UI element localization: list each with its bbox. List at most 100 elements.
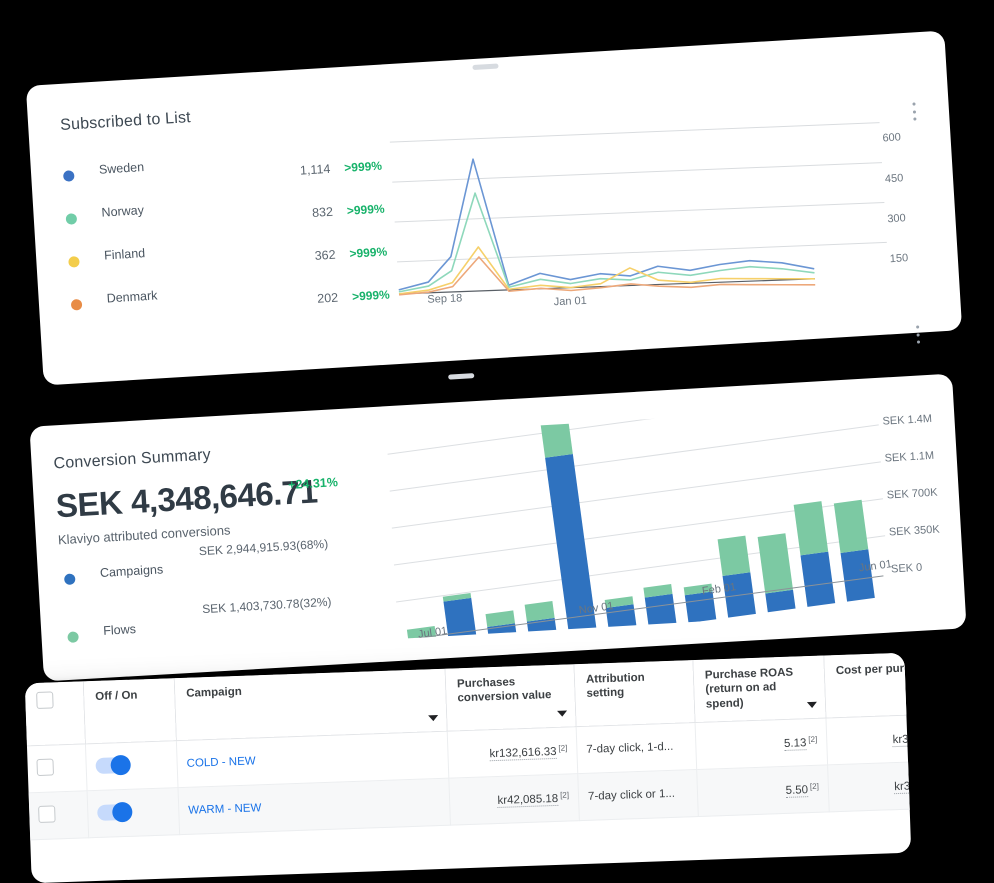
legend-color-dot	[62, 170, 75, 182]
y-tick-label: SEK 0	[890, 561, 923, 576]
legend-value: SEK 2,944,915.93(68%)	[198, 536, 329, 559]
conversion-summary-card: Conversion Summary SEK 4,348,646.71 +24.…	[29, 325, 967, 682]
line-chart-svg	[389, 122, 887, 296]
campaign-link[interactable]: WARM - NEW	[188, 802, 261, 817]
conversion-breakdown-list: Campaigns SEK 2,944,915.93(68%) Flows SE…	[59, 537, 395, 681]
table-row	[833, 499, 875, 602]
drag-handle[interactable]	[448, 373, 475, 380]
subscribers-line-chart: Sep 18 Jan 01 600 450 300 150	[380, 72, 933, 334]
screenshot-stage: Subscribed to List Sweden 1,114 >999% No…	[0, 0, 994, 883]
row-cpp-cell: kr332.45[2]	[827, 760, 912, 812]
row-roas-cell: 5.50[2]	[696, 764, 830, 817]
legend-value: 832	[311, 204, 334, 220]
legend-value: 202	[316, 290, 339, 306]
legend-value: 1,114	[299, 161, 331, 178]
legend-change: >999%	[349, 244, 388, 261]
legend-label: Flows	[102, 622, 137, 638]
footnote-marker: [2]	[809, 781, 819, 791]
legend-label: Finland	[103, 246, 146, 263]
column-header-onoff[interactable]: Off / On	[83, 678, 177, 744]
cell-value: 7-day click, 1-d...	[586, 740, 674, 756]
chevron-down-icon[interactable]	[806, 701, 818, 709]
column-label: Attribution setting	[585, 671, 645, 701]
bars-group	[406, 416, 875, 661]
series-sweden	[398, 158, 815, 291]
row-campaign-cell[interactable]: WARM - NEW	[178, 778, 451, 835]
campaign-on-off-toggle[interactable]	[95, 754, 132, 775]
row-toggle-cell[interactable]	[87, 787, 180, 838]
column-label: Purchase ROAS (return on ad spend)	[704, 666, 794, 711]
legend-label: Norway	[101, 203, 145, 220]
footnote-marker: [2]	[808, 734, 818, 744]
bar-chart-svg	[387, 387, 886, 661]
footnote-marker: [2]	[559, 790, 570, 800]
row-select-cell[interactable]	[26, 743, 88, 793]
table-row	[793, 501, 836, 607]
gridlines	[389, 122, 887, 263]
legend-color-dot	[70, 298, 83, 311]
chevron-down-icon[interactable]	[428, 715, 439, 722]
legend-label: Denmark	[106, 288, 158, 306]
legend-change: >999%	[343, 158, 383, 175]
legend-change: >999%	[351, 287, 391, 304]
row-cpp-cell: kr364.02[2]	[825, 713, 912, 765]
page-title: Subscribed to List	[59, 109, 192, 134]
column-header-attribution-setting[interactable]: Attribution setting	[573, 660, 696, 727]
table-row	[485, 610, 519, 650]
campaign-link[interactable]: COLD - NEW	[186, 755, 255, 769]
series-group	[398, 158, 816, 296]
column-header-cost-per-purchase[interactable]: Cost per purchase	[823, 652, 912, 718]
column-label: Campaign	[186, 685, 243, 700]
legend-color-dot	[68, 256, 80, 268]
cell-value: kr42,085.18	[497, 793, 559, 809]
legend-color-dot	[67, 631, 79, 643]
row-select-cell[interactable]	[28, 790, 89, 840]
x-tick-label: Jan 01	[553, 294, 588, 309]
footnote-marker: [2]	[558, 743, 568, 753]
conversion-delta-badge: +24.31%	[287, 475, 339, 492]
column-header-purchases-conversion-value[interactable]: Purchases conversion value	[445, 664, 577, 732]
y-tick-label: 600	[882, 131, 902, 145]
select-all-header[interactable]	[24, 681, 86, 746]
cell-value: 7-day click or 1...	[587, 787, 676, 803]
row-attribution-cell: 7-day click or 1...	[577, 769, 699, 821]
campaigns-table: Off / On Campaign Purchases conversion v…	[24, 652, 912, 841]
row-checkbox[interactable]	[38, 805, 56, 824]
country-legend-list: Sweden 1,114 >999% Norway 832 >999% Finl…	[58, 142, 398, 334]
legend-change: >999%	[346, 201, 385, 218]
select-all-checkbox[interactable]	[36, 691, 54, 710]
x-tick-label: Jul 01	[417, 625, 448, 641]
x-tick-label: Sep 18	[427, 292, 463, 306]
table-row	[717, 535, 756, 618]
y-tick-label: 450	[884, 172, 904, 186]
row-toggle-cell[interactable]	[85, 740, 179, 791]
campaign-on-off-toggle[interactable]	[97, 801, 133, 822]
legend-label: Campaigns	[99, 562, 164, 580]
row-roas-cell: 5.13[2]	[695, 717, 828, 770]
legend-value: 362	[314, 247, 336, 263]
subscribed-to-list-card: Subscribed to List Sweden 1,114 >999% No…	[25, 30, 963, 386]
cell-value: kr364.02	[892, 733, 912, 748]
total-conversion-value: SEK 4,348,646.71	[54, 472, 319, 525]
legend-label: Sweden	[98, 159, 145, 177]
conversion-bar-chart: Jul 01 Nov 01 Feb 01 Jun 01 SEK 1.4M SEK…	[382, 387, 940, 661]
column-label: Off / On	[95, 689, 138, 703]
row-pcv-cell: kr132,616.33[2]	[447, 726, 578, 779]
column-header-purchase-roas[interactable]: Purchase ROAS (return on ad spend)	[692, 655, 826, 723]
page-title: Conversion Summary	[53, 446, 212, 473]
chevron-down-icon[interactable]	[557, 710, 568, 717]
column-label: Cost per purchase	[835, 661, 912, 678]
row-attribution-cell: 7-day click, 1-d...	[576, 722, 697, 774]
cell-value: 5.50	[785, 784, 809, 799]
column-header-campaign[interactable]: Campaign	[174, 668, 448, 741]
row-pcv-cell: kr42,085.18[2]	[448, 773, 580, 826]
cell-value: 5.13	[783, 737, 807, 752]
cell-value: kr332.45	[894, 779, 912, 795]
drag-handle[interactable]	[472, 63, 499, 71]
table-row	[757, 533, 796, 613]
y-tick-label: 150	[889, 252, 909, 266]
legend-color-dot	[63, 573, 76, 586]
y-tick-label: 300	[887, 212, 907, 226]
row-checkbox[interactable]	[36, 758, 55, 777]
column-label: Purchases conversion value	[456, 676, 552, 705]
